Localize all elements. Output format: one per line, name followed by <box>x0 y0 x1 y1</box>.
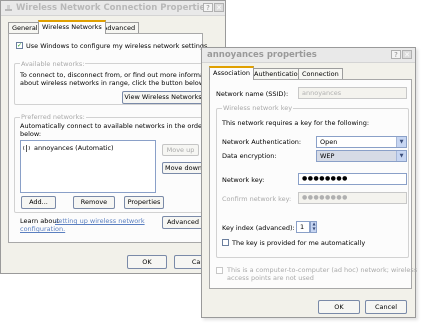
move-down-button[interactable]: Move down <box>162 162 205 174</box>
title-bar: annoyances properties ? ✕ <box>202 48 415 63</box>
tab-wireless-networks[interactable]: Wireless Networks <box>38 20 106 34</box>
advanced-button[interactable]: Advanced <box>162 216 204 229</box>
tab-association[interactable]: Association <box>209 66 255 80</box>
dialog-title: annoyances properties <box>207 50 317 60</box>
ok-button[interactable]: OK <box>318 300 360 314</box>
key-index-field[interactable]: 1 <box>296 221 310 233</box>
adhoc-label-line-1: This is a computer-to-computer (ad hoc) … <box>227 266 418 274</box>
key-index-spinner[interactable]: ▲ ▼ <box>310 221 317 233</box>
preferred-networks-list[interactable]: annoyances (Automatic) <box>20 140 156 193</box>
remove-button[interactable]: Remove <box>73 196 115 209</box>
network-properties-dialog: annoyances properties ? ✕ Association Au… <box>201 47 418 318</box>
help-icon[interactable]: ? <box>203 3 213 12</box>
adhoc-checkbox[interactable] <box>216 267 223 274</box>
available-desc-line-2: about wireless networks in range, click … <box>20 79 206 87</box>
ok-button[interactable]: OK <box>127 255 167 269</box>
key-label: Network key: <box>222 176 265 184</box>
available-desc-line-1: To connect to, disconnect from, or find … <box>20 71 217 79</box>
wireless-connection-properties-dialog: Wireless Network Connection Properties ?… <box>0 0 226 274</box>
chevron-down-icon[interactable]: ▼ <box>396 137 406 147</box>
auth-value: Open <box>320 138 338 146</box>
close-icon[interactable]: ✕ <box>214 3 224 12</box>
view-wireless-networks-button[interactable]: View Wireless Networks <box>122 91 204 104</box>
network-connection-icon <box>4 4 13 12</box>
available-group-label: Available networks: <box>20 60 86 68</box>
adhoc-label-line-2: access points are not used <box>227 274 314 282</box>
enc-value: WEP <box>320 152 335 160</box>
dialog-title: Wireless Network Connection Properties <box>16 3 211 13</box>
ssid-label: Network name (SSID): <box>216 90 289 98</box>
cancel-button[interactable]: Cancel <box>365 300 407 314</box>
add-button[interactable]: Add... <box>21 196 56 209</box>
network-key-field[interactable]: ●●●●●●●● <box>298 173 407 185</box>
title-bar: Wireless Network Connection Properties ?… <box>1 1 225 16</box>
confirm-key-field[interactable]: ●●●●●●●● <box>298 192 407 204</box>
learn-link-line-1[interactable]: setting up wireless network <box>55 217 145 225</box>
preferred-desc-line-2: below: <box>20 130 42 138</box>
help-icon[interactable]: ? <box>391 50 401 59</box>
move-up-button[interactable]: Move up <box>162 144 199 156</box>
key-group-label: Wireless network key <box>222 104 294 112</box>
wireless-network-icon <box>23 144 31 153</box>
close-icon[interactable]: ✕ <box>402 50 412 59</box>
index-label: Key index (advanced): <box>222 224 295 232</box>
learn-link-line-2[interactable]: configuration. <box>20 225 65 233</box>
auth-label: Network Authentication: <box>222 138 302 146</box>
network-authentication-select[interactable]: Open ▼ <box>316 136 407 148</box>
use-windows-label: Use Windows to configure my wireless net… <box>26 42 208 50</box>
data-encryption-select[interactable]: WEP ▼ <box>316 150 407 162</box>
preferred-group-label: Preferred networks: <box>20 113 86 121</box>
key-desc: This network requires a key for the foll… <box>222 119 370 127</box>
learn-about-label: Learn about <box>20 217 59 225</box>
auto-key-checkbox[interactable] <box>222 239 229 246</box>
properties-button[interactable]: Properties <box>124 196 164 209</box>
auto-key-label: The key is provided for me automatically <box>232 239 366 247</box>
confirm-label: Confirm network key: <box>222 195 292 203</box>
preferred-item-label: annoyances (Automatic) <box>34 144 114 152</box>
chevron-down-icon[interactable]: ▼ <box>311 226 317 231</box>
ssid-field[interactable]: annoyances <box>298 87 407 99</box>
preferred-desc-line-1: Automatically connect to available netwo… <box>20 122 225 130</box>
use-windows-checkbox[interactable]: ✓ <box>16 42 23 49</box>
chevron-down-icon[interactable]: ▼ <box>396 151 406 161</box>
enc-label: Data encryption: <box>222 152 277 160</box>
